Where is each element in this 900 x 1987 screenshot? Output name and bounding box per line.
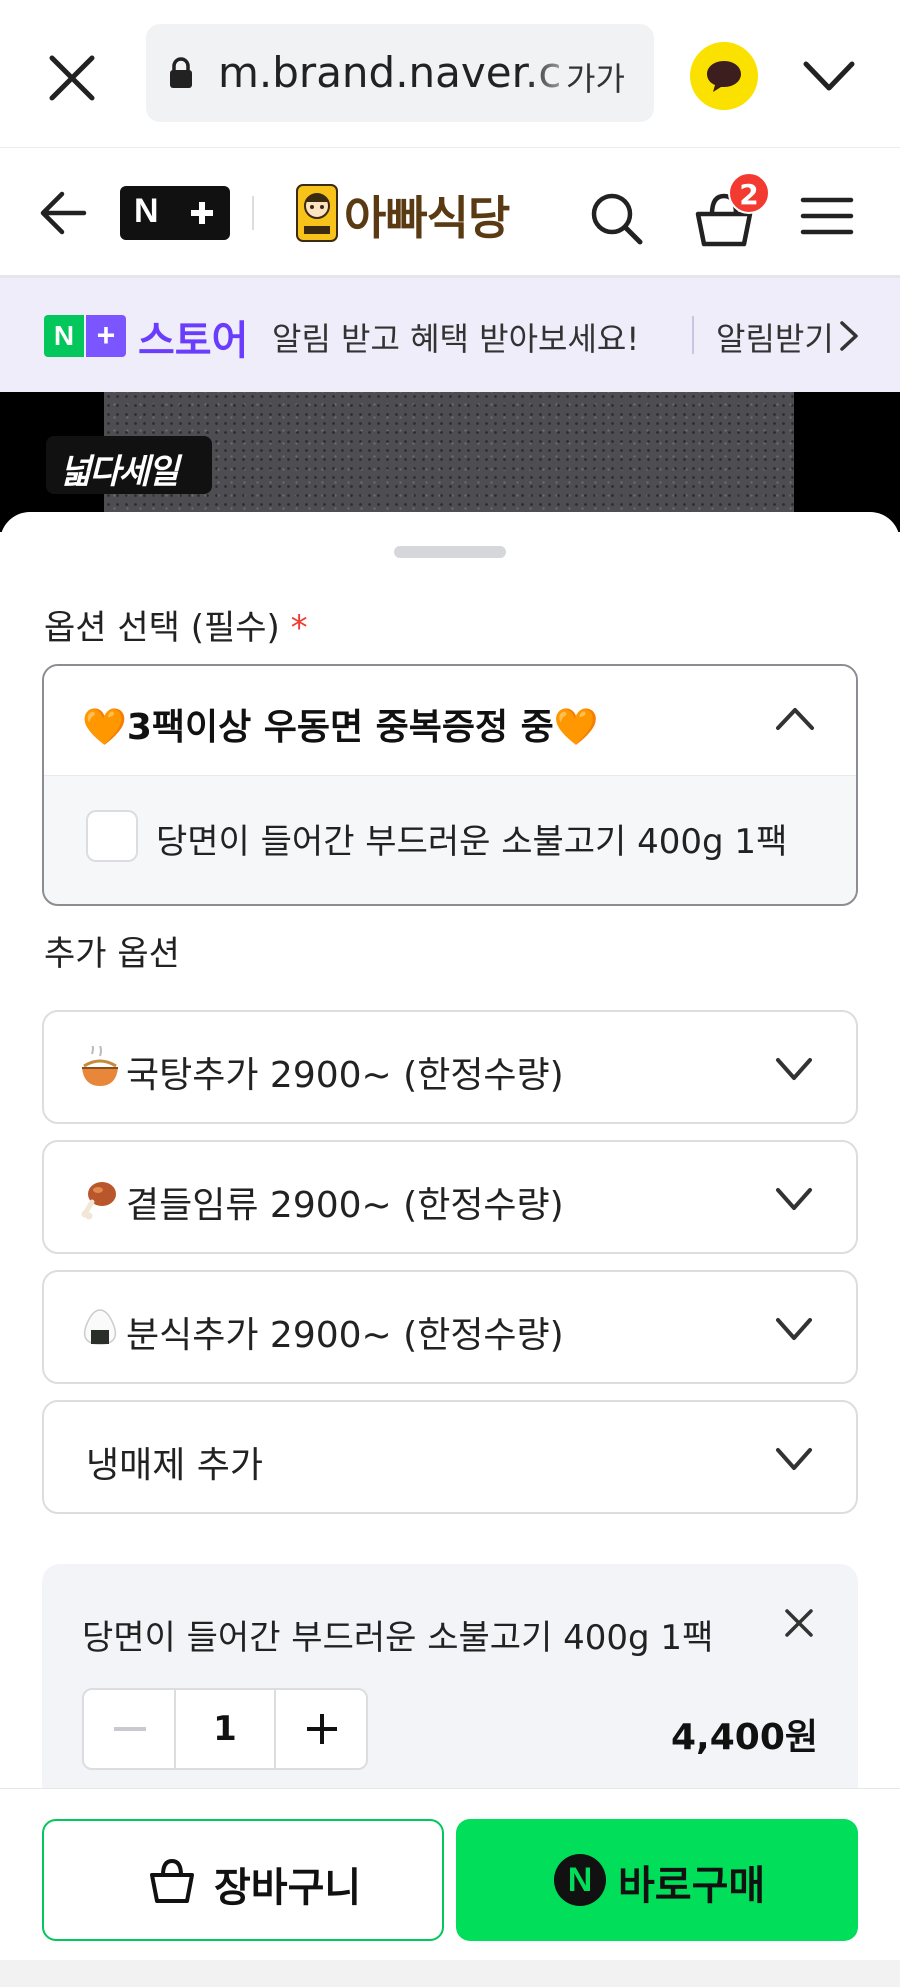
chevron-down-icon bbox=[776, 1058, 812, 1080]
brand-header: N 아빠식당 2 bbox=[0, 148, 900, 278]
shopping-bag-icon bbox=[150, 1858, 194, 1903]
store-logo-n: N bbox=[44, 315, 84, 357]
increase-quantity-button[interactable] bbox=[274, 1690, 366, 1768]
decrease-quantity-button[interactable] bbox=[84, 1690, 176, 1768]
brand-mascot-icon bbox=[296, 184, 338, 242]
minus-icon bbox=[114, 1727, 146, 1731]
addon-ice-pack-dropdown[interactable]: 냉매제 추가 bbox=[42, 1400, 858, 1514]
rice-ball-icon bbox=[83, 1309, 117, 1345]
chevron-down-icon[interactable] bbox=[800, 56, 858, 96]
chevron-down-icon bbox=[776, 1448, 812, 1470]
required-option-title-text: 옵션 선택 (필수) bbox=[44, 608, 280, 648]
url-text: m.brand.naver.c bbox=[218, 48, 562, 97]
chevron-right-icon bbox=[840, 321, 858, 351]
header-separator bbox=[252, 196, 254, 230]
browser-bar: m.brand.naver.c 가가 bbox=[0, 0, 900, 148]
text-size-button[interactable]: 가가 bbox=[566, 54, 625, 100]
notification-subscribe-link[interactable]: 알림받기 bbox=[716, 314, 834, 360]
addon-soup-dropdown[interactable]: 국탕추가 2900~ (한정수량) bbox=[42, 1010, 858, 1124]
naver-plus-logo[interactable]: N bbox=[120, 186, 297, 240]
store-notification-banner[interactable]: N + 스토어 알림 받고 혜택 받아보세요! 알림받기 bbox=[0, 278, 900, 392]
add-to-cart-label: 장바구니 bbox=[214, 1865, 362, 1911]
quantity-value[interactable]: 1 bbox=[176, 1690, 274, 1768]
naver-pay-icon: N bbox=[554, 1854, 606, 1906]
selected-option-price: 4,400원 bbox=[671, 1717, 818, 1758]
addon-side-dish-dropdown[interactable]: 곁들임류 2900~ (한정수량) bbox=[42, 1140, 858, 1254]
sale-badge-label: 넓다세일 bbox=[60, 452, 179, 492]
sale-badge: 넓다세일 bbox=[46, 436, 212, 494]
plus-icon bbox=[191, 202, 213, 224]
addon-label: 국탕추가 2900~ (한정수량) bbox=[126, 1055, 564, 1096]
store-banner-separator bbox=[692, 316, 694, 354]
required-option-title: 옵션 선택 (필수) * bbox=[44, 600, 308, 649]
cart-count-badge: 2 bbox=[728, 172, 770, 214]
chevron-down-icon bbox=[776, 1188, 812, 1210]
address-bar[interactable]: m.brand.naver.c 가가 bbox=[146, 24, 654, 122]
nplus-n: N bbox=[134, 192, 159, 230]
addon-snack-dropdown[interactable]: 분식추가 2900~ (한정수량) bbox=[42, 1270, 858, 1384]
selected-option-card: 당면이 들어간 부드러운 소불고기 400g 1팩 1 4,400원 bbox=[42, 1564, 858, 1824]
store-logo-plus: + bbox=[86, 315, 126, 357]
addon-label: 냉매제 추가 bbox=[86, 1445, 264, 1486]
addon-label: 분식추가 2900~ (한정수량) bbox=[126, 1315, 564, 1356]
option-bottom-sheet: 옵션 선택 (필수) * 🧡3팩이상 우동면 중복증정 중🧡 당면이 들어간 부… bbox=[0, 512, 900, 1987]
store-word: 스토어 bbox=[138, 318, 249, 364]
product-image: 넓다세일 bbox=[0, 392, 900, 532]
back-arrow-icon[interactable] bbox=[36, 188, 90, 238]
system-nav-strip bbox=[0, 1960, 900, 1987]
required-option-header[interactable]: 🧡3팩이상 우동면 중복증정 중🧡 bbox=[44, 666, 856, 776]
close-icon[interactable] bbox=[44, 50, 100, 106]
option-item-checkbox[interactable] bbox=[86, 810, 138, 862]
remove-option-icon[interactable] bbox=[782, 1606, 816, 1640]
soup-bowl-icon bbox=[82, 1046, 118, 1086]
required-option-label: 🧡3팩이상 우동면 중복증정 중🧡 bbox=[82, 707, 599, 748]
buy-now-button[interactable]: N 바로구매 bbox=[456, 1819, 858, 1941]
brand-name[interactable]: 아빠식당 bbox=[344, 182, 510, 248]
chevron-down-icon bbox=[776, 1318, 812, 1340]
chicken-leg-icon bbox=[81, 1182, 116, 1220]
option-item-label[interactable]: 당면이 들어간 부드러운 소불고기 400g 1팩 bbox=[156, 814, 787, 863]
chevron-up-icon bbox=[776, 708, 814, 730]
purchase-action-bar: 장바구니 N 바로구매 bbox=[0, 1788, 900, 1960]
selected-option-name: 당면이 들어간 부드러운 소불고기 400g 1팩 bbox=[82, 1618, 714, 1658]
addon-label: 곁들임류 2900~ (한정수량) bbox=[126, 1185, 564, 1226]
buy-now-label: 바로구매 bbox=[618, 1863, 766, 1909]
quantity-stepper: 1 bbox=[82, 1688, 368, 1770]
additional-option-title: 추가 옵션 bbox=[44, 934, 180, 974]
add-to-cart-button[interactable]: 장바구니 bbox=[42, 1819, 444, 1941]
search-icon[interactable] bbox=[588, 190, 644, 246]
lock-icon bbox=[170, 57, 192, 88]
sheet-drag-handle[interactable] bbox=[394, 546, 506, 558]
menu-icon[interactable] bbox=[800, 194, 854, 238]
kakaotalk-icon[interactable] bbox=[690, 42, 758, 110]
required-option-dropdown: 🧡3팩이상 우동면 중복증정 중🧡 당면이 들어간 부드러운 소불고기 400g… bbox=[42, 664, 858, 906]
plus-icon bbox=[307, 1714, 337, 1744]
naver-plus-store-logo: N + bbox=[44, 315, 126, 357]
store-banner-message: 알림 받고 혜택 받아보세요! bbox=[272, 320, 640, 358]
required-mark: * bbox=[290, 608, 308, 648]
